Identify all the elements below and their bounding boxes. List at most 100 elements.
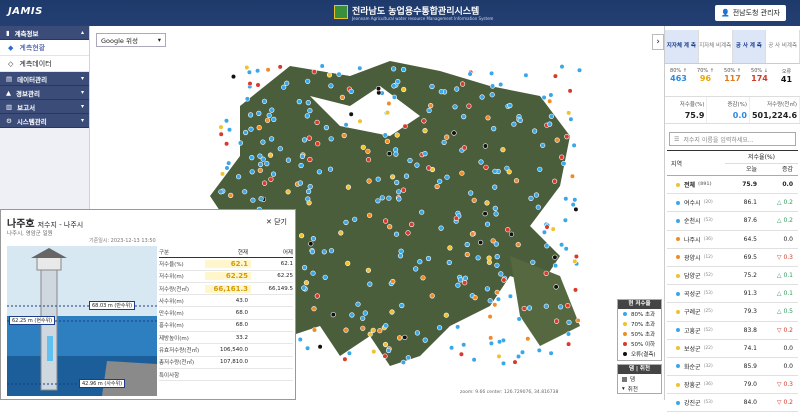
- reservoir-marker[interactable]: [512, 359, 518, 365]
- reservoir-marker[interactable]: [554, 137, 560, 143]
- reservoir-marker[interactable]: [311, 69, 317, 75]
- reservoir-marker[interactable]: [285, 189, 291, 195]
- reservoir-marker[interactable]: [308, 241, 314, 247]
- reservoir-marker[interactable]: [306, 200, 312, 206]
- reservoir-marker[interactable]: [402, 123, 408, 129]
- brand-logo[interactable]: JAMIS: [8, 6, 43, 17]
- reservoir-marker[interactable]: [382, 341, 389, 348]
- reservoir-marker[interactable]: [323, 124, 329, 131]
- reservoir-marker[interactable]: [384, 138, 391, 144]
- reservoir-marker[interactable]: [454, 86, 460, 92]
- reservoir-search-input[interactable]: ☰ 저수지 이름을 입력하세요...: [669, 132, 796, 146]
- reservoir-marker[interactable]: [494, 262, 500, 268]
- reservoir-marker[interactable]: [566, 110, 572, 116]
- status-count[interactable]: 오류 41: [773, 68, 800, 90]
- reservoir-marker[interactable]: [559, 63, 565, 70]
- reservoir-marker[interactable]: [360, 144, 366, 150]
- reservoir-marker[interactable]: [328, 136, 334, 142]
- reservoir-marker[interactable]: [405, 230, 411, 236]
- reservoir-marker[interactable]: [541, 94, 547, 101]
- reservoir-marker[interactable]: [248, 112, 254, 118]
- table-row[interactable]: 순천시 (53) 87.6 △ 0.2: [667, 212, 798, 231]
- tab-corp-measured[interactable]: 공 사 계 측: [732, 30, 767, 63]
- tab-local-unmeasured[interactable]: 지자체 비계측: [699, 30, 733, 63]
- reservoir-marker[interactable]: [307, 156, 313, 163]
- reservoir-marker[interactable]: [429, 293, 435, 299]
- reservoir-marker[interactable]: [299, 153, 305, 159]
- reservoir-marker[interactable]: [360, 315, 366, 321]
- reservoir-marker[interactable]: [394, 179, 400, 186]
- reservoir-marker[interactable]: [487, 298, 493, 304]
- reservoir-marker[interactable]: [236, 174, 242, 180]
- reservoir-marker[interactable]: [414, 162, 420, 168]
- table-row[interactable]: 고흥군 (52) 83.8 ▽ 0.2: [667, 322, 798, 340]
- reservoir-marker[interactable]: [425, 255, 432, 262]
- reservoir-marker[interactable]: [491, 125, 497, 132]
- reservoir-marker[interactable]: [553, 284, 559, 290]
- reservoir-marker[interactable]: [525, 336, 531, 342]
- reservoir-marker[interactable]: [383, 218, 389, 224]
- reservoir-marker[interactable]: [447, 245, 453, 251]
- reservoir-marker[interactable]: [396, 189, 402, 195]
- reservoir-marker[interactable]: [345, 260, 351, 266]
- reservoir-marker[interactable]: [571, 142, 577, 148]
- reservoir-marker[interactable]: [552, 73, 559, 79]
- reservoir-marker[interactable]: [305, 345, 311, 351]
- reservoir-marker[interactable]: [371, 349, 377, 355]
- reservoir-marker[interactable]: [528, 195, 534, 201]
- reservoir-marker[interactable]: [495, 296, 502, 302]
- reservoir-marker[interactable]: [461, 342, 467, 348]
- reservoir-marker[interactable]: [532, 128, 538, 134]
- reservoir-marker[interactable]: [262, 180, 268, 186]
- reservoir-marker[interactable]: [535, 204, 541, 210]
- reservoir-marker[interactable]: [255, 68, 261, 74]
- reservoir-marker[interactable]: [394, 132, 400, 138]
- reservoir-marker[interactable]: [400, 187, 407, 193]
- reservoir-marker[interactable]: [390, 278, 396, 285]
- reservoir-marker[interactable]: [559, 242, 565, 248]
- reservoir-marker[interactable]: [516, 316, 522, 322]
- menu-measurement-info[interactable]: ▮ 계측정보 ▴: [0, 26, 89, 40]
- table-row[interactable]: 담양군 (52) 75.2 △ 0.1: [667, 267, 798, 286]
- reservoir-marker[interactable]: [382, 353, 388, 359]
- reservoir-marker[interactable]: [261, 98, 268, 104]
- reservoir-marker[interactable]: [397, 253, 404, 259]
- reservoir-marker[interactable]: [489, 92, 495, 98]
- reservoir-marker[interactable]: [391, 66, 397, 72]
- reservoir-marker[interactable]: [419, 209, 425, 215]
- table-row[interactable]: 전체 (891) 75.9 0.0: [667, 176, 798, 195]
- reservoir-marker[interactable]: [492, 302, 498, 308]
- reservoir-marker[interactable]: [260, 139, 266, 145]
- reservoir-marker[interactable]: [248, 126, 254, 132]
- reservoir-marker[interactable]: [488, 340, 495, 347]
- reservoir-marker[interactable]: [543, 270, 549, 276]
- reservoir-marker[interactable]: [284, 80, 290, 86]
- reservoir-marker[interactable]: [438, 225, 444, 231]
- reservoir-marker[interactable]: [297, 336, 303, 343]
- reservoir-marker[interactable]: [385, 109, 391, 116]
- reservoir-marker[interactable]: [438, 89, 444, 95]
- reservoir-marker[interactable]: [461, 113, 467, 120]
- reservoir-marker[interactable]: [482, 143, 489, 149]
- table-row[interactable]: 광양시 (12) 69.5 ▽ 0.3: [667, 249, 798, 267]
- reservoir-marker[interactable]: [451, 130, 457, 136]
- reservoir-marker[interactable]: [314, 119, 320, 125]
- reservoir-marker[interactable]: [517, 117, 523, 123]
- reservoir-marker[interactable]: [426, 165, 432, 171]
- reservoir-marker[interactable]: [341, 132, 347, 139]
- reservoir-marker[interactable]: [413, 266, 419, 272]
- reservoir-marker[interactable]: [306, 188, 312, 195]
- reservoir-marker[interactable]: [401, 86, 407, 93]
- reservoir-marker[interactable]: [472, 295, 478, 301]
- reservoir-marker[interactable]: [402, 334, 408, 341]
- reservoir-marker[interactable]: [226, 160, 232, 166]
- reservoir-marker[interactable]: [386, 100, 392, 107]
- reservoir-marker[interactable]: [552, 254, 558, 260]
- reservoir-marker[interactable]: [414, 330, 421, 336]
- menu-reports[interactable]: ▥ 보고서 ▾: [0, 100, 89, 114]
- reservoir-marker[interactable]: [301, 137, 308, 143]
- reservoir-marker[interactable]: [296, 98, 302, 105]
- reservoir-marker[interactable]: [422, 337, 428, 343]
- reservoir-marker[interactable]: [563, 246, 569, 252]
- reservoir-marker[interactable]: [569, 173, 576, 179]
